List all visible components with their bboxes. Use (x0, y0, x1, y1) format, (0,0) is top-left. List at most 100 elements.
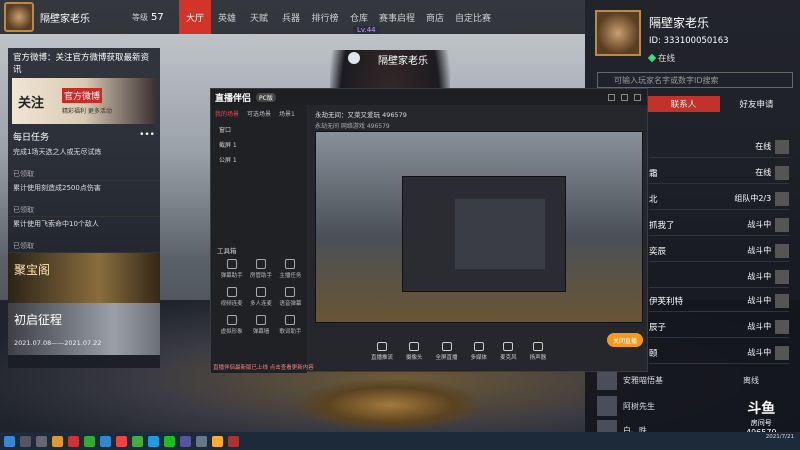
flag-icon[interactable] (775, 139, 789, 154)
tab-available-scenes[interactable]: 可选场景 (247, 109, 271, 118)
tool-danmaku-wall[interactable]: 弹幕墙 (246, 315, 275, 335)
chrome-icon[interactable] (132, 435, 143, 447)
friend-row[interactable]: 霜 在线 (649, 162, 789, 184)
tab-contacts[interactable]: 联系人 (647, 96, 720, 112)
nav-events[interactable]: 赛事启程 (375, 0, 419, 34)
daily-task-header: 每日任务 ••• (8, 124, 160, 145)
stream-preview[interactable] (315, 131, 643, 323)
friend-status: 战斗中 (747, 220, 772, 229)
nav-custom-match[interactable]: 自定比赛 (451, 0, 495, 34)
tool-icon (226, 287, 237, 297)
start-icon[interactable] (4, 435, 15, 447)
app-icon[interactable] (68, 435, 79, 447)
tool-multi-link[interactable]: 多人连麦 (246, 287, 275, 307)
flag-icon[interactable] (775, 165, 789, 180)
task-status: 已领取 (13, 170, 34, 178)
tool-video-link[interactable]: 视频连麦 (217, 287, 246, 307)
friend-name: 颐 (649, 348, 658, 359)
tool-label: 多人连麦 (249, 301, 272, 307)
main-nav: 大厅 英雄 天赋 兵器 排行榜 仓库 赛事启程 商店 自定比赛 (179, 0, 495, 34)
friend-row[interactable]: 辰子 战斗中 (649, 316, 789, 338)
friend-name: 霜 (649, 168, 658, 179)
push-stream-button[interactable]: 直播推流 (371, 341, 393, 361)
flag-icon[interactable] (775, 217, 789, 232)
steam-icon[interactable] (196, 435, 207, 447)
minimize-icon[interactable] (608, 93, 615, 101)
online-status[interactable]: 在线 (647, 52, 675, 64)
friend-row[interactable]: 伊芙利特 战斗中 (649, 290, 789, 312)
tab-friend-requests[interactable]: 好友申请 (720, 96, 793, 112)
nav-talents[interactable]: 天赋 (243, 0, 275, 34)
task-view-icon[interactable] (36, 435, 47, 447)
tool-room-manager[interactable]: 房管助手 (246, 259, 275, 279)
source-item[interactable]: 窗口 (211, 122, 307, 137)
qq-icon[interactable] (148, 435, 159, 447)
tool-voice-danmaku[interactable]: 语音弹幕 (276, 287, 305, 307)
profile-avatar[interactable] (595, 10, 641, 56)
weibo-banner[interactable]: 关注 官方微博 精彩福利 更多活动 (12, 78, 156, 124)
character-name: 隔壁家老乐 (378, 56, 428, 67)
app-icon[interactable] (100, 435, 111, 447)
weibo-title: 官方微博：关注官方微博获取最新资讯 (13, 53, 150, 75)
social-tabs: 联系人 好友申请 (647, 96, 793, 112)
tool-streamer-tasks[interactable]: 主播任务 (276, 259, 305, 279)
system-clock[interactable]: 2021/7/21 (766, 434, 794, 441)
tool-avatar[interactable]: 虚拟形象 (217, 315, 246, 335)
weibo-banner-main: 关注 (18, 96, 45, 111)
camera-button[interactable]: 摄像头 (406, 341, 423, 361)
fullscreen-button[interactable]: 全屏直播 (436, 341, 458, 361)
browser-icon[interactable] (84, 435, 95, 447)
friend-row[interactable]: 战斗中 (649, 266, 789, 288)
microphone-button[interactable]: 麦克风 (500, 341, 517, 361)
friend-row[interactable]: 奕辰 战斗中 (649, 240, 789, 262)
search-icon[interactable] (20, 435, 31, 447)
flag-icon[interactable] (775, 269, 789, 284)
friend-name: 阿树先生 (623, 401, 655, 411)
nav-heroes[interactable]: 英雄 (211, 0, 243, 34)
app-icon[interactable] (180, 435, 191, 447)
stop-live-button[interactable]: 关闭直播 (607, 333, 643, 347)
app-icon[interactable] (116, 435, 127, 447)
douyu-logo: 斗鱼 (747, 401, 776, 417)
flag-icon[interactable] (775, 191, 789, 206)
douyu-app-icon[interactable] (212, 435, 223, 447)
tool-label: 虚拟形象 (220, 329, 243, 335)
journey-banner[interactable]: 初启征程 2021.07.08——2021.07.22 (8, 303, 160, 355)
level-value: 57 (151, 11, 164, 23)
nav-lobby[interactable]: 大厅 (179, 0, 211, 34)
update-notice[interactable]: 直播伴侣最新版已上线 点击查看更新内容 (213, 363, 314, 371)
flag-icon[interactable] (775, 243, 789, 258)
nav-weapons[interactable]: 兵器 (275, 0, 307, 34)
friend-search-input[interactable]: 可输入玩家名字或数字ID搜索 (597, 72, 793, 88)
friend-row[interactable]: 抓我了 战斗中 (649, 214, 789, 236)
friend-status: 离线 (743, 375, 759, 385)
player-avatar[interactable] (4, 2, 34, 32)
stream-controls: 直播推流 摄像头 全屏直播 多媒体 麦克风 扬声器 (307, 329, 649, 373)
friend-row[interactable]: 北 组队中2/3 (649, 188, 789, 210)
player-marker-icon (348, 52, 360, 64)
folder-icon[interactable] (52, 435, 63, 447)
flag-icon[interactable] (775, 319, 789, 334)
source-item[interactable]: 公屏 1 (211, 152, 307, 167)
nav-leaderboard[interactable]: 排行榜 (307, 0, 343, 34)
close-icon[interactable] (634, 93, 641, 101)
scene-tabs: 我的场景 可选场景 场景1 (211, 105, 307, 122)
nav-shop[interactable]: 商店 (419, 0, 451, 34)
daily-task-more-button[interactable]: ••• (139, 130, 155, 143)
friend-row[interactable]: 颐 战斗中 (649, 342, 789, 364)
friend-row[interactable]: 在线 (649, 136, 789, 158)
game-icon[interactable] (228, 435, 239, 447)
source-item[interactable]: 截屏 1 (211, 137, 307, 152)
tool-lyrics[interactable]: 歌词助手 (276, 315, 305, 335)
tab-my-scenes[interactable]: 我的场景 (215, 109, 239, 118)
tab-scene-1[interactable]: 场景1 (279, 109, 295, 118)
maximize-icon[interactable] (621, 93, 628, 101)
speaker-button[interactable]: 扬声器 (530, 341, 546, 361)
wechat-icon[interactable] (164, 435, 175, 447)
flag-icon[interactable] (775, 293, 789, 308)
treasure-banner[interactable]: 聚宝阁 (8, 253, 160, 303)
media-button[interactable]: 多媒体 (471, 341, 487, 361)
player-name: 隔壁家老乐 (40, 13, 90, 25)
flag-icon[interactable] (775, 345, 789, 360)
tool-danmaku-helper[interactable]: 弹幕助手 (217, 259, 246, 279)
